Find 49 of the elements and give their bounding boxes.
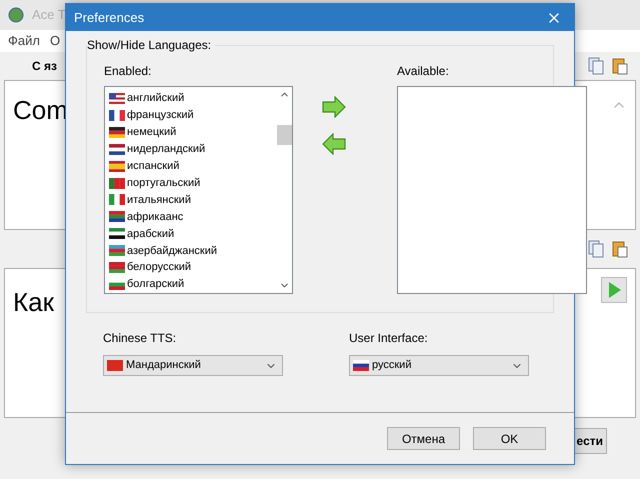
- flag-icon: [107, 360, 123, 371]
- translation-text: Как: [13, 289, 54, 319]
- source-text: Com: [13, 97, 68, 127]
- dropdown[interactable]: Мандаринский: [103, 355, 283, 376]
- copy-icon[interactable]: [588, 240, 604, 258]
- flag-icon: [109, 160, 125, 172]
- copy-icon[interactable]: [588, 57, 604, 75]
- language-item[interactable]: французский: [127, 107, 194, 124]
- menu-item[interactable]: О: [50, 31, 60, 51]
- flag-icon: [109, 144, 125, 155]
- flag-icon: [353, 360, 369, 371]
- paste-icon[interactable]: [612, 240, 628, 258]
- language-item[interactable]: азербайджанский: [127, 242, 218, 259]
- paste-icon[interactable]: [612, 57, 628, 75]
- enabled-label: Enabled:: [104, 63, 152, 80]
- globe-icon: [8, 7, 24, 23]
- move-left-icon[interactable]: [322, 133, 346, 155]
- play-icon[interactable]: [601, 277, 627, 303]
- dialog-title: Preferences: [74, 8, 144, 27]
- dialog-button[interactable]: Отмена: [387, 427, 460, 450]
- flag-icon: [109, 262, 125, 274]
- move-right-icon[interactable]: [322, 96, 346, 118]
- flag-icon: [109, 110, 125, 121]
- language-item[interactable]: испанский: [127, 158, 180, 174]
- dialog-button[interactable]: OK: [473, 427, 546, 450]
- language-item[interactable]: итальянский: [127, 192, 191, 208]
- language-item[interactable]: английский: [127, 90, 184, 107]
- toolbar-label: С яз: [32, 58, 57, 75]
- language-item[interactable]: болгарский: [127, 276, 184, 293]
- field-label: Chinese TTS:: [103, 330, 178, 347]
- language-item[interactable]: африкаанс: [127, 208, 184, 226]
- language-item[interactable]: белорусский: [127, 259, 192, 276]
- available-label: Available:: [397, 63, 450, 80]
- flag-icon: [109, 228, 125, 240]
- menu-item[interactable]: Файл: [8, 31, 40, 51]
- language-item[interactable]: португальский: [127, 174, 200, 192]
- dropdown[interactable]: русский: [349, 355, 529, 376]
- language-item[interactable]: немецкий: [127, 124, 176, 141]
- scroll-thumb[interactable]: [276, 125, 292, 145]
- flag-icon: [109, 178, 125, 189]
- language-item[interactable]: нидерландский: [127, 140, 206, 158]
- flag-icon: [109, 211, 125, 222]
- field-label: User Interface:: [349, 330, 429, 347]
- flag-icon: [109, 245, 125, 256]
- flag-icon: [109, 126, 125, 138]
- language-item[interactable]: арабский: [127, 226, 174, 242]
- flag-icon: [109, 92, 125, 104]
- flag-icon: [109, 194, 125, 206]
- group-label: Show/Hide Languages:: [87, 39, 216, 51]
